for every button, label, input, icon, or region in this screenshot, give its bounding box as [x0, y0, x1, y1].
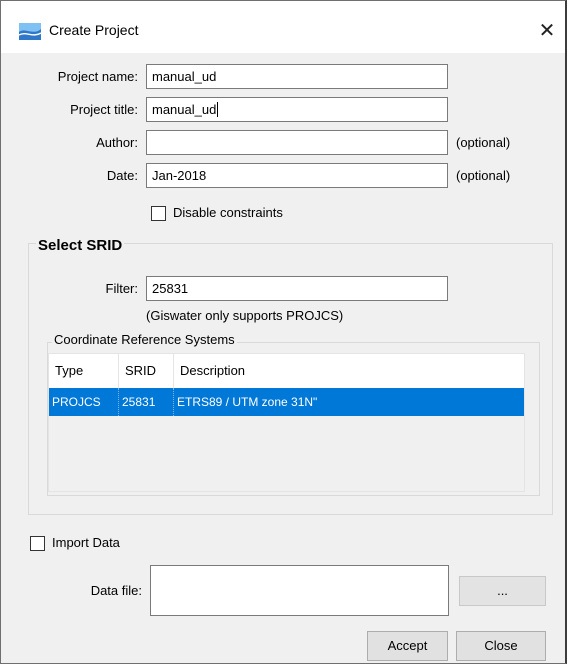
project-title-label: Project title: [70, 102, 138, 117]
date-input[interactable]: Jan-2018 [146, 163, 448, 188]
date-optional-hint: (optional) [456, 168, 511, 183]
cell-srid: 25831 [119, 388, 174, 416]
close-button[interactable]: Close [456, 631, 546, 661]
crs-table[interactable]: Type SRID Description PROJCS 25831 ETRS8… [48, 353, 525, 492]
table-row[interactable]: PROJCS 25831 ETRS89 / UTM zone 31N" [49, 388, 524, 416]
disable-constraints-checkbox[interactable] [151, 206, 166, 221]
disable-constraints-label: Disable constraints [173, 205, 283, 220]
column-header-description[interactable]: Description [174, 354, 526, 388]
browse-button[interactable]: ... [459, 576, 546, 606]
author-optional-hint: (optional) [456, 135, 511, 150]
projcs-support-note: (Giswater only supports PROJCS) [146, 308, 344, 323]
data-file-input[interactable] [150, 565, 449, 616]
project-name-input[interactable]: manual_ud [146, 64, 448, 89]
project-name-label: Project name: [57, 69, 138, 84]
crs-group-title: Coordinate Reference Systems [52, 332, 237, 347]
author-label: Author: [96, 135, 138, 150]
date-value: Jan-2018 [152, 168, 207, 183]
giswater-icon [19, 23, 41, 40]
data-file-label: Data file: [90, 583, 142, 598]
cell-type: PROJCS [49, 388, 119, 416]
project-title-value: manual_ud [152, 102, 217, 117]
import-data-label: Import Data [52, 535, 120, 550]
import-data-checkbox[interactable] [30, 536, 45, 551]
text-caret [217, 102, 219, 117]
project-title-input[interactable]: manual_ud [146, 97, 448, 122]
select-srid-title: Select SRID [36, 237, 125, 254]
filter-value: 25831 [152, 281, 189, 296]
filter-input[interactable]: 25831 [146, 276, 448, 301]
dialog-title: Create Project [49, 22, 139, 38]
cell-description: ETRS89 / UTM zone 31N" [177, 395, 318, 409]
title-bar[interactable]: Create Project ✕ [1, 1, 565, 53]
crs-table-header: Type SRID Description [49, 354, 524, 388]
date-label: Date: [106, 168, 138, 183]
create-project-dialog: Create Project ✕ Project name: manual_ud… [0, 0, 567, 664]
filter-label: Filter: [105, 281, 139, 296]
close-icon[interactable]: ✕ [530, 14, 564, 48]
column-header-type[interactable]: Type [49, 354, 119, 388]
accept-button[interactable]: Accept [367, 631, 448, 661]
project-name-value: manual_ud [152, 69, 217, 84]
column-header-srid[interactable]: SRID [119, 354, 174, 388]
author-input[interactable] [146, 130, 448, 155]
